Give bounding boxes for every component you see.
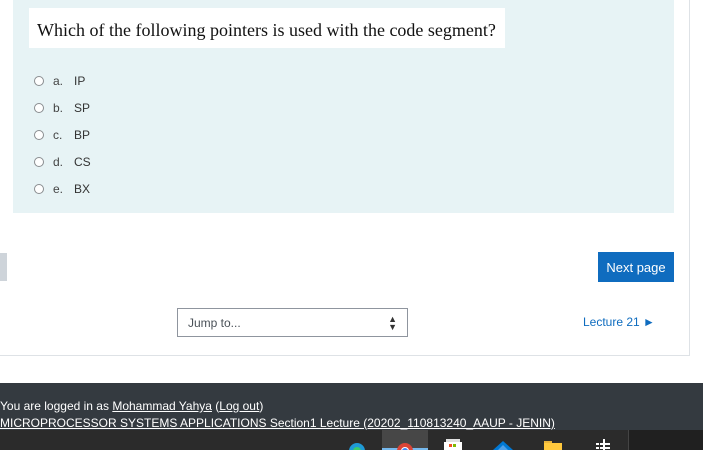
radio-b[interactable] bbox=[34, 102, 44, 113]
next-page-button[interactable]: Next page bbox=[598, 252, 674, 282]
answer-text: CS bbox=[74, 154, 91, 169]
task-icon bbox=[596, 439, 610, 450]
logged-in-prefix: You are logged in as bbox=[0, 399, 109, 413]
answer-list: a. IP b. SP c. BP d. CS e. BX bbox=[34, 67, 91, 202]
course-link[interactable]: MICROPROCESSOR SYSTEMS APPLICATIONS Sect… bbox=[0, 416, 555, 430]
page-footer: You are logged in as Mohammad Yahya (Log… bbox=[0, 383, 703, 430]
answer-letter: c. bbox=[53, 127, 63, 142]
jump-to-select[interactable]: Jump to... ▲ ▼ bbox=[177, 308, 408, 337]
answer-option-d[interactable]: d. CS bbox=[34, 148, 91, 175]
answer-letter: b. bbox=[53, 100, 64, 115]
taskbar-task-view[interactable] bbox=[580, 430, 626, 450]
answer-text: IP bbox=[74, 73, 86, 88]
windows-taskbar bbox=[0, 430, 703, 450]
question-text: Which of the following pointers is used … bbox=[29, 8, 505, 48]
edge-icon bbox=[349, 443, 365, 450]
login-info: You are logged in as Mohammad Yahya (Log… bbox=[0, 399, 263, 413]
user-profile-link[interactable]: Mohammad Yahya bbox=[112, 399, 212, 413]
jump-to-value: Jump to... bbox=[188, 316, 241, 330]
radio-c[interactable] bbox=[34, 129, 44, 140]
radio-e[interactable] bbox=[34, 183, 44, 194]
taskbar-mail[interactable] bbox=[480, 430, 526, 450]
taskbar-edge[interactable] bbox=[334, 430, 380, 450]
logout-close-paren: ) bbox=[259, 399, 264, 413]
chrome-icon bbox=[397, 443, 413, 450]
answer-option-a[interactable]: a. IP bbox=[34, 67, 91, 94]
course-info: MICROPROCESSOR SYSTEMS APPLICATIONS Sect… bbox=[0, 416, 555, 430]
answer-letter: e. bbox=[53, 181, 64, 196]
taskbar-store[interactable] bbox=[430, 430, 476, 450]
answer-letter: a. bbox=[53, 73, 64, 88]
file-explorer-icon bbox=[544, 441, 562, 450]
answer-text: SP bbox=[74, 100, 91, 115]
store-icon bbox=[444, 439, 462, 450]
answer-text: BP bbox=[74, 127, 91, 142]
answer-option-e[interactable]: e. BX bbox=[34, 175, 91, 202]
answer-text: BX bbox=[74, 181, 91, 196]
taskbar-system-area bbox=[628, 430, 703, 450]
select-arrows-icon: ▲ ▼ bbox=[388, 314, 397, 332]
radio-a[interactable] bbox=[34, 75, 44, 86]
taskbar-file-explorer[interactable] bbox=[530, 430, 576, 450]
answer-option-b[interactable]: b. SP bbox=[34, 94, 91, 121]
next-activity-link[interactable]: Lecture 21 ► bbox=[583, 315, 655, 329]
answer-letter: d. bbox=[53, 154, 64, 169]
previous-page-button-edge[interactable] bbox=[0, 253, 7, 281]
radio-d[interactable] bbox=[34, 156, 44, 167]
taskbar-chrome[interactable] bbox=[382, 430, 428, 450]
mail-icon bbox=[493, 441, 513, 450]
logout-link[interactable]: Log out bbox=[219, 399, 259, 413]
answer-option-c[interactable]: c. BP bbox=[34, 121, 91, 148]
